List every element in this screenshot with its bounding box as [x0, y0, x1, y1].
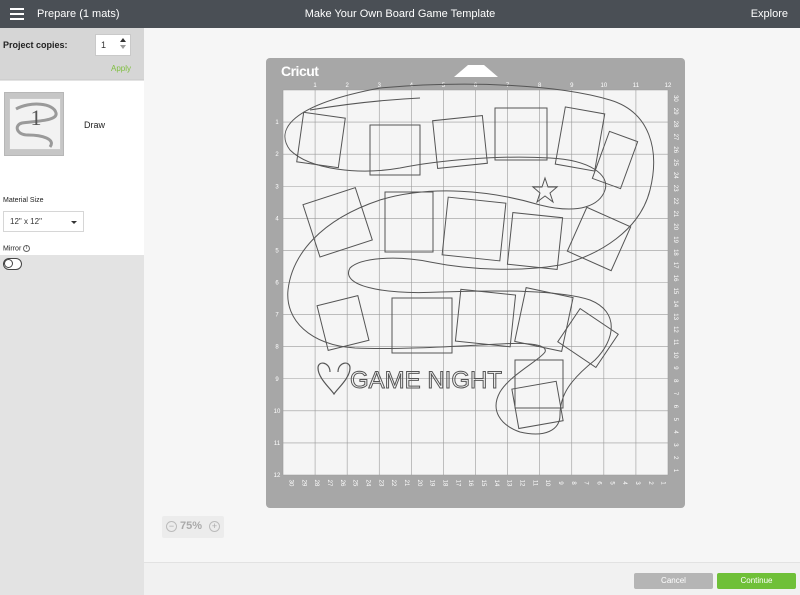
ruler-bottom-label: 16	[467, 480, 473, 487]
ruler-left-label: 2	[275, 152, 279, 158]
zoom-in-button[interactable]: +	[209, 521, 220, 532]
ruler-bottom-label: 10	[544, 480, 550, 487]
ruler-left-label: 8	[275, 345, 279, 351]
ruler-bottom-label: 2	[647, 481, 653, 485]
ruler-bottom-label: 14	[493, 480, 499, 487]
ruler-bottom-label: 9	[557, 481, 563, 485]
ruler-bottom-label: 6	[595, 481, 601, 485]
ruler-bottom-label: 22	[390, 480, 396, 487]
ruler-top-label: 11	[633, 83, 640, 89]
ruler-bottom-label: 23	[377, 480, 383, 487]
ruler-bottom-label: 7	[583, 481, 589, 485]
ruler-bottom-label: 13	[506, 480, 512, 487]
bottom-bar: Cancel Continue	[144, 562, 800, 595]
ruler-left-label: 11	[274, 441, 281, 447]
ruler-bottom-label: 12	[518, 480, 524, 487]
ruler-left-label: 1	[275, 120, 279, 126]
ruler-top-label: 2	[345, 83, 349, 89]
ruler-bottom-label: 3	[634, 481, 640, 485]
ruler-top-label: 9	[570, 83, 574, 89]
ruler-left-label: 4	[275, 216, 279, 222]
ruler-right-label: 25	[672, 159, 678, 166]
ruler-right-label: 26	[672, 146, 678, 153]
ruler-bottom-label: 5	[608, 481, 614, 485]
ruler-bottom-label: 27	[326, 480, 332, 487]
ruler-top-label: 10	[600, 83, 607, 89]
ruler-right-label: 22	[672, 198, 678, 205]
ruler-bottom-label: 11	[531, 480, 537, 487]
ruler-right-label: 16	[672, 275, 678, 282]
ruler-right-label: 17	[672, 262, 678, 269]
game-night-text[interactable]: GAME NIGHT	[350, 367, 503, 395]
ruler-right-label: 24	[672, 172, 678, 179]
ruler-bottom-label: 15	[480, 480, 486, 487]
ruler-left-label: 6	[275, 281, 279, 287]
zoom-control: − 75% +	[162, 516, 224, 538]
ruler-right-label: 5	[672, 418, 678, 422]
ruler-bottom-label: 18	[441, 480, 447, 487]
ruler-right-label: 20	[672, 223, 678, 230]
ruler-left-label: 5	[275, 248, 279, 254]
ruler-bottom-label: 29	[300, 480, 306, 487]
ruler-top-label: 7	[506, 83, 510, 89]
ruler-left-label: 10	[274, 409, 281, 415]
ruler-bottom-label: 4	[621, 481, 627, 485]
ruler-right-label: 27	[672, 134, 678, 141]
ruler-right-label: 4	[672, 430, 678, 434]
ruler-right-label: 1	[672, 469, 678, 473]
ruler-right-label: 15	[672, 288, 678, 295]
zoom-level: 75%	[180, 520, 203, 532]
ruler-right-label: 18	[672, 249, 678, 256]
ruler-right-label: 11	[672, 339, 678, 346]
ruler-bottom-label: 26	[339, 480, 345, 487]
ruler-right-label: 29	[672, 108, 678, 115]
ruler-bottom-label: 30	[287, 480, 293, 487]
ruler-bottom-label: 8	[570, 481, 576, 485]
ruler-right-label: 13	[672, 313, 678, 320]
ruler-right-label: 14	[672, 300, 678, 307]
ruler-bottom-label: 1	[660, 481, 666, 485]
mat-grid: 1 2 3 4 5 6 7 8 9 10 11 121234567891011123029282726…	[274, 83, 678, 487]
ruler-right-label: 30	[672, 95, 678, 102]
ruler-right-label: 2	[672, 456, 678, 460]
ruler-left-label: 3	[275, 184, 279, 190]
ruler-top-label: 1	[313, 83, 317, 89]
ruler-right-label: 3	[672, 443, 678, 447]
ruler-right-label: 21	[672, 211, 678, 218]
ruler-bottom-label: 25	[352, 480, 358, 487]
ruler-right-label: 28	[672, 121, 678, 128]
cancel-button[interactable]: Cancel	[634, 573, 713, 589]
ruler-bottom-label: 20	[416, 480, 422, 487]
ruler-bottom-label: 28	[313, 480, 319, 487]
ruler-right-label: 9	[672, 366, 678, 370]
ruler-bottom-label: 19	[429, 480, 435, 487]
ruler-right-label: 19	[672, 236, 678, 243]
ruler-bottom-label: 24	[364, 480, 370, 487]
zoom-out-button[interactable]: −	[166, 521, 177, 532]
ruler-left-label: 9	[275, 377, 279, 383]
continue-button[interactable]: Continue	[717, 573, 796, 589]
ruler-left-label: 12	[274, 473, 281, 479]
ruler-right-label: 6	[672, 405, 678, 409]
ruler-left-label: 7	[275, 313, 279, 319]
ruler-right-label: 7	[672, 392, 678, 396]
ruler-top-label: 12	[665, 83, 672, 89]
ruler-right-label: 12	[672, 326, 678, 333]
ruler-right-label: 10	[672, 352, 678, 359]
ruler-bottom-label: 17	[454, 480, 460, 487]
ruler-right-label: 8	[672, 379, 678, 383]
ruler-bottom-label: 21	[403, 480, 409, 487]
ruler-right-label: 23	[672, 185, 678, 192]
